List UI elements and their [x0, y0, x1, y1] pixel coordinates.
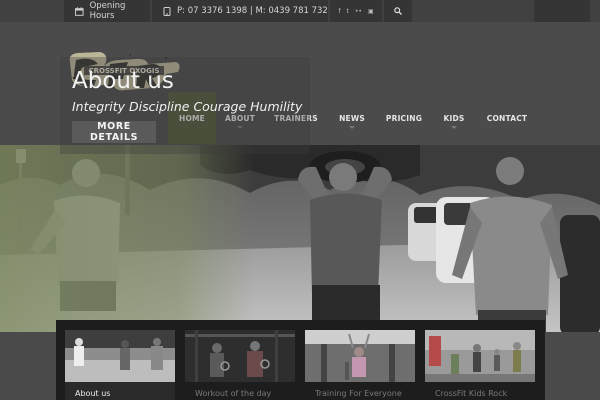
- thumbnail-image: [305, 330, 415, 382]
- calendar-icon: [75, 6, 84, 16]
- opening-hours-link[interactable]: Opening Hours: [64, 0, 150, 22]
- dropdown-caret-icon: [349, 126, 355, 129]
- search-button[interactable]: [384, 0, 412, 22]
- nav-item-label: CONTACT: [486, 113, 528, 123]
- thumbnail-image: [185, 330, 295, 382]
- hero-title: About us: [72, 68, 174, 94]
- nav-item-label: KIDS: [443, 113, 465, 123]
- vimeo-icon[interactable]: t: [347, 8, 349, 15]
- thumbnail-training-for-everyone[interactable]: Training For Everyone: [305, 330, 415, 400]
- social-links: f t •• ▣: [330, 0, 382, 22]
- top-bar: Opening Hours P: 07 3376 1398 | M: 0439 …: [0, 0, 600, 22]
- hero-color-overlay: [0, 145, 255, 332]
- thumbnail-label: About us: [65, 382, 175, 400]
- nav-item-kids[interactable]: KIDS: [432, 92, 476, 144]
- search-icon: [394, 7, 402, 15]
- thumbnail-about-us[interactable]: About us: [65, 330, 175, 400]
- instagram-icon[interactable]: ▣: [368, 8, 374, 15]
- hero-subtitle: Integrity Discipline Courage Humility: [72, 99, 303, 114]
- thumbnail-label: Workout of the day: [195, 389, 272, 398]
- phone-numbers: P: 07 3376 1398 | M: 0439 781 732: [177, 6, 328, 16]
- nav-item-contact[interactable]: CONTACT: [476, 92, 538, 144]
- flickr-icon[interactable]: ••: [355, 8, 362, 15]
- phone-info: P: 07 3376 1398 | M: 0439 781 732: [152, 0, 328, 22]
- nav-item-news[interactable]: NEWS: [328, 92, 376, 144]
- hero-slider: [0, 145, 600, 332]
- thumbnail-workout-of-the-day[interactable]: Workout of the day: [185, 330, 295, 400]
- nav-item-label: NEWS: [339, 113, 365, 123]
- opening-hours-label: Opening Hours: [89, 1, 126, 21]
- thumbnail-label: Training For Everyone: [315, 389, 402, 398]
- facebook-icon[interactable]: f: [338, 8, 340, 15]
- phone-icon: [163, 6, 171, 16]
- thumbnail-label: CrossFit Kids Rock: [435, 389, 508, 398]
- dropdown-caret-icon: [451, 126, 457, 129]
- thumbnail-crossfit-kids-rock[interactable]: CrossFit Kids Rock: [425, 330, 535, 400]
- nav-item-label: PRICING: [385, 113, 423, 123]
- nav-item-pricing[interactable]: PRICING: [376, 92, 432, 144]
- more-details-button[interactable]: MORE DETAILS: [72, 121, 156, 143]
- thumbnail-image: [65, 330, 175, 382]
- topbar-spacer: [534, 0, 590, 22]
- thumbnail-image: [425, 330, 535, 382]
